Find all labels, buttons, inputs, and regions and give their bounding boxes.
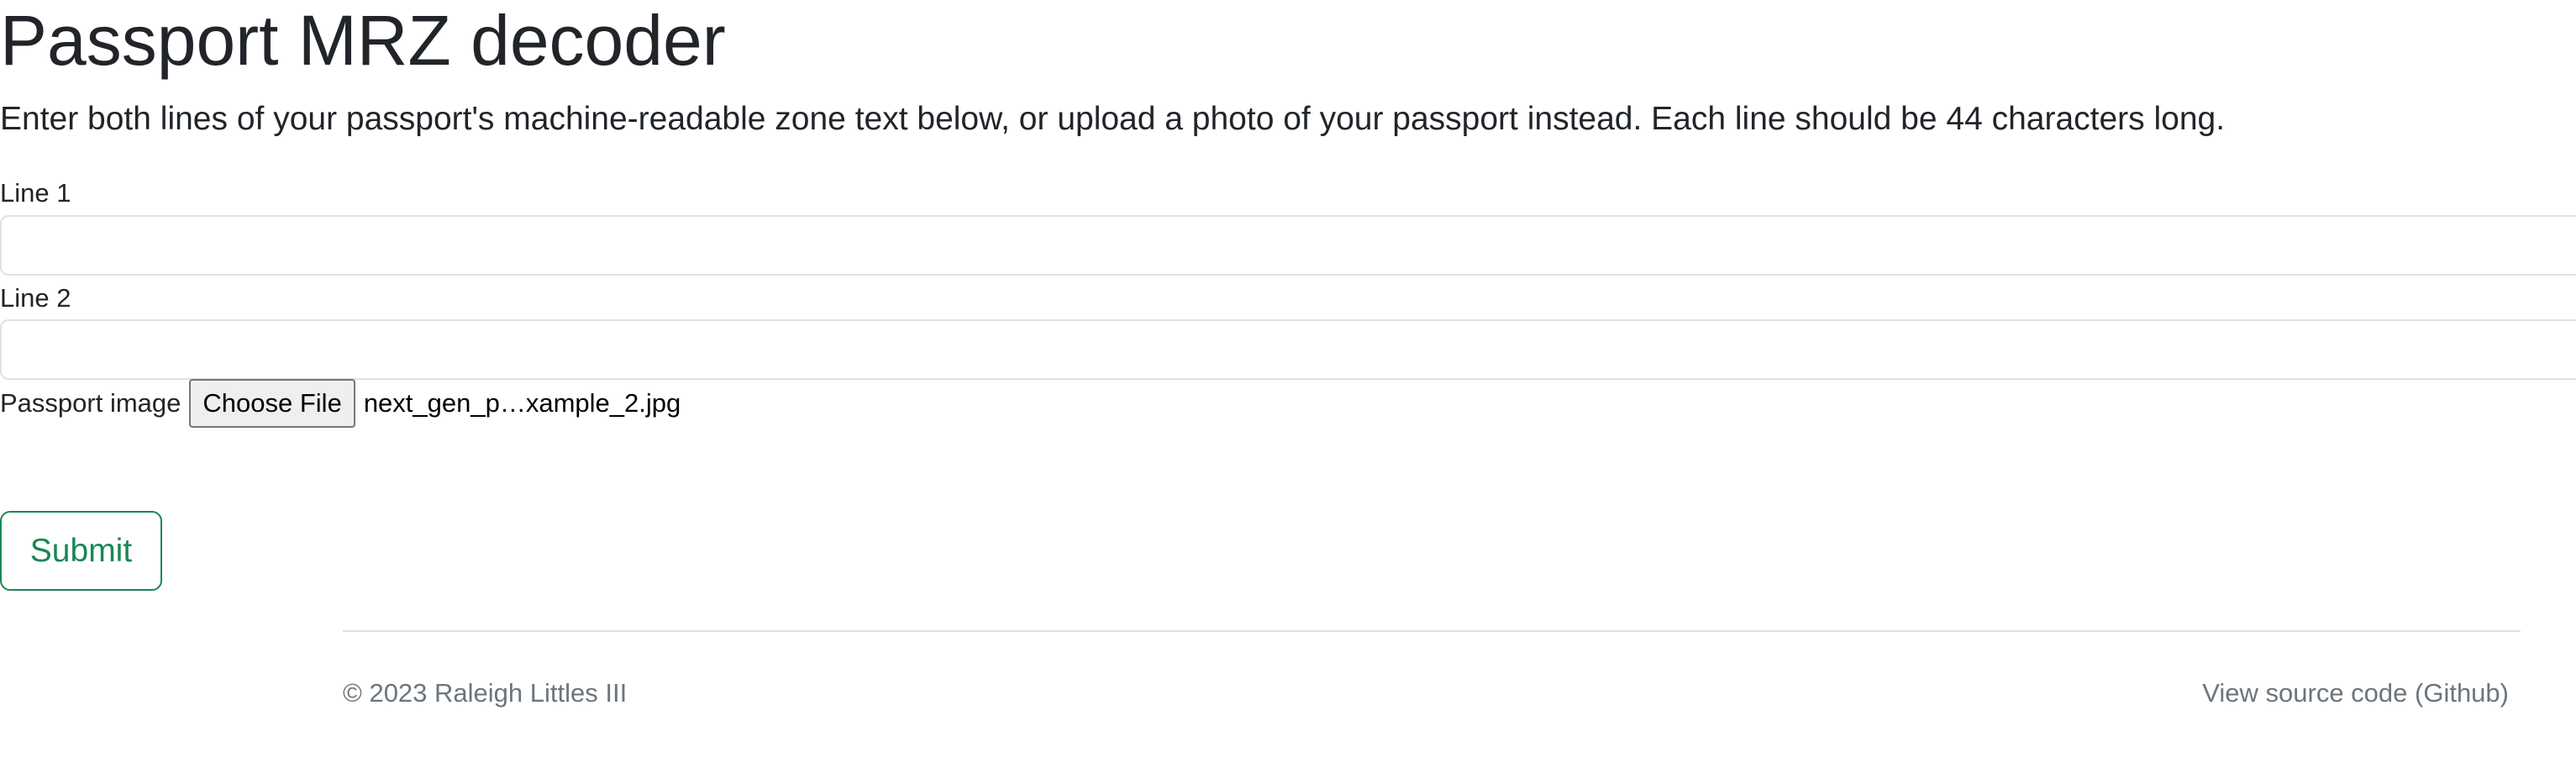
line1-label: Line 1 xyxy=(0,178,71,208)
footer-divider xyxy=(343,630,2521,632)
page-title: Passport MRZ decoder xyxy=(0,1,726,80)
selected-file-name: next_gen_p…xample_2.jpg xyxy=(363,388,681,418)
passport-image-label: Passport image xyxy=(0,388,181,418)
line2-label: Line 2 xyxy=(0,283,71,313)
view-source-link[interactable]: View source code (Github) xyxy=(2202,676,2509,710)
page-lead-text: Enter both lines of your passport's mach… xyxy=(0,101,2226,137)
submit-button[interactable]: Submit xyxy=(0,511,162,591)
choose-file-button[interactable]: Choose File xyxy=(189,379,355,428)
line1-input[interactable] xyxy=(0,215,2576,276)
footer-copyright: © 2023 Raleigh Littles III xyxy=(343,678,628,708)
line2-input[interactable] xyxy=(0,319,2576,380)
passport-image-field: Passport image Choose File next_gen_p…xa… xyxy=(0,378,681,429)
